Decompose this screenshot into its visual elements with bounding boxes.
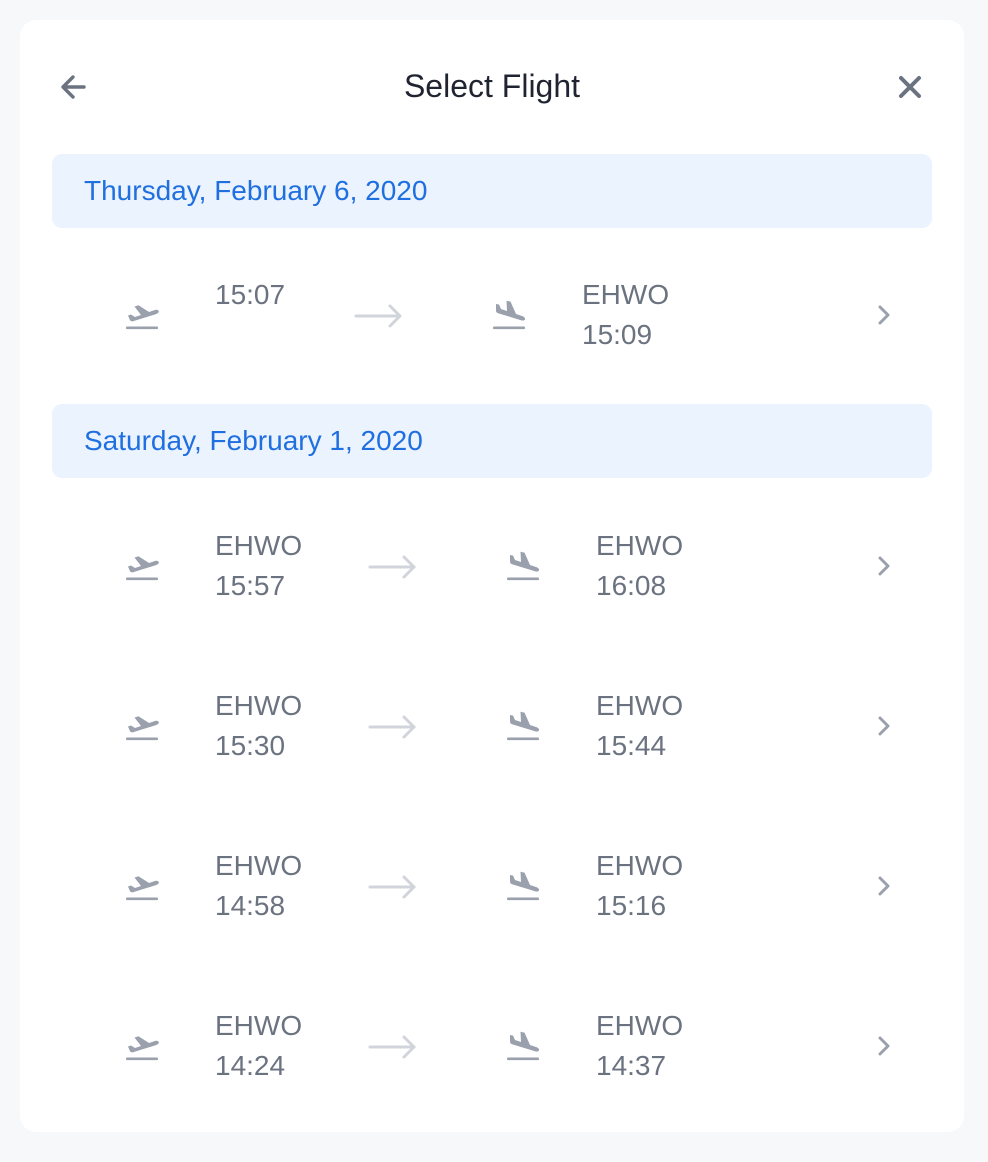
flight-row[interactable]: EHWO 14:24 EHWO 14:37 <box>52 986 932 1106</box>
arrival-time: 15:16 <box>596 890 667 921</box>
flight-row[interactable]: 15:07 EHWO 15:09 <box>52 255 932 375</box>
arrow-right-icon <box>368 546 416 586</box>
chevron-right-icon <box>864 295 904 335</box>
chevron-right-icon <box>864 866 904 906</box>
landing-icon <box>503 546 543 586</box>
departure-code: EHWO <box>215 690 303 721</box>
date-header: Saturday, February 1, 2020 <box>52 404 932 478</box>
arrival-time: 15:09 <box>582 319 653 350</box>
flight-row[interactable]: EHWO 14:58 EHWO 15:16 <box>52 826 932 946</box>
landing-icon <box>503 706 543 746</box>
departure-time: 14:24 <box>215 1050 286 1081</box>
departure-code: EHWO <box>215 850 303 881</box>
departure-time: 15:30 <box>215 730 286 761</box>
landing-icon <box>489 295 529 335</box>
page-title: Select Flight <box>403 68 581 104</box>
chevron-right-icon <box>864 546 904 586</box>
flight-row[interactable]: EHWO 15:57 EHWO 16:08 <box>52 506 932 626</box>
arrival-code: EHWO <box>596 850 684 881</box>
landing-icon <box>503 866 543 906</box>
departure-time: 14:58 <box>215 890 286 921</box>
arrow-right-icon <box>354 295 402 335</box>
departure-time: 15:57 <box>215 570 286 601</box>
flight-row[interactable]: EHWO 15:30 EHWO 15:44 <box>52 666 932 786</box>
departure-time: 15:07 <box>215 279 286 310</box>
arrival-time: 16:08 <box>596 570 667 601</box>
close-icon <box>899 76 921 98</box>
date-label: Thursday, February 6, 2020 <box>84 175 428 206</box>
date-label: Saturday, February 1, 2020 <box>84 425 423 456</box>
flight-select-card: Select Flight Thursday, February 6, 2020… <box>20 20 964 1132</box>
chevron-right-icon <box>864 1026 904 1066</box>
arrival-code: EHWO <box>582 279 670 310</box>
arrival-time: 14:37 <box>596 1050 667 1081</box>
departure-code: EHWO <box>215 530 303 561</box>
date-header: Thursday, February 6, 2020 <box>52 154 932 228</box>
arrival-code: EHWO <box>596 1010 684 1041</box>
takeoff-icon <box>122 295 162 335</box>
takeoff-icon <box>122 546 162 586</box>
arrow-right-icon <box>368 1026 416 1066</box>
close-button[interactable] <box>892 69 928 105</box>
header: Select Flight <box>20 64 964 108</box>
arrow-right-icon <box>368 866 416 906</box>
takeoff-icon <box>122 706 162 746</box>
arrival-time: 15:44 <box>596 730 667 761</box>
takeoff-icon <box>122 1026 162 1066</box>
arrow-right-icon <box>368 706 416 746</box>
arrival-code: EHWO <box>596 690 684 721</box>
takeoff-icon <box>122 866 162 906</box>
departure-code: EHWO <box>215 1010 303 1041</box>
chevron-right-icon <box>864 706 904 746</box>
arrival-code: EHWO <box>596 530 684 561</box>
landing-icon <box>503 1026 543 1066</box>
